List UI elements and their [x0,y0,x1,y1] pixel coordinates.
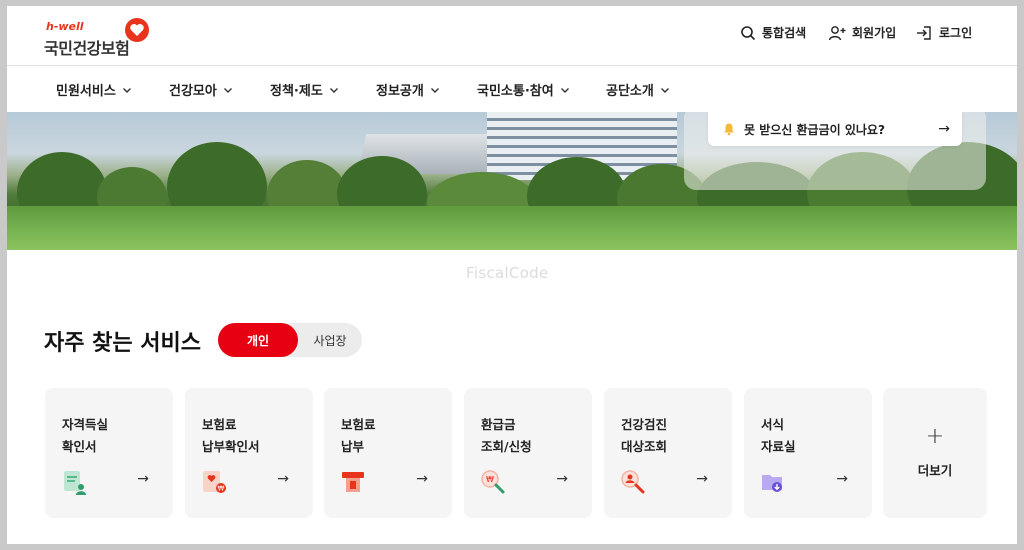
card-label: 자격득실 확인서 [62,417,109,454]
more-label: 더보기 [917,463,953,478]
certificate-icon [64,471,86,495]
nav-item-label: 건강모아 [169,84,217,99]
search-label: 통합검색 [762,26,807,40]
signup-link[interactable]: 회원가입 [828,24,896,41]
chevron-down-icon [122,87,131,93]
service-card-refund[interactable]: 환급금 조회/신청 ₩ → [464,388,592,518]
arrow-right-icon: → [416,471,428,487]
arrow-right-icon: → [938,121,950,137]
add-user-icon [828,25,846,40]
payment-icon [342,472,364,492]
logo-name: 국민건강보험 [44,39,130,58]
login-icon [917,25,931,40]
bell-icon [724,123,734,136]
nav-item-label: 정책·제도 [270,84,323,99]
arrow-right-icon: → [836,471,848,487]
watermark: FiscalCode [466,264,549,282]
signup-label: 회원가입 [852,26,897,40]
nav-item-policy[interactable]: 정책·제도 [270,80,339,99]
folder-download-icon [762,475,782,492]
hero-banner: 못 받으신 환급금이 있나요? → [7,112,1017,250]
more-services-button[interactable]: + 더보기 [883,388,987,518]
nav-item-health[interactable]: 건강모아 [169,80,233,99]
service-card-premium-certificate[interactable]: 보험료 납부확인서 ₩ → [185,388,313,518]
refund-text: 못 받으신 환급금이 있나요? [744,122,885,137]
checkup-search-icon [621,470,645,494]
card-label: 건강검진 대상조회 [621,417,668,454]
card-label: 환급금 조회/신청 [481,417,532,454]
toggle-personal[interactable]: 개인 [218,323,298,357]
chevron-down-icon [223,87,232,93]
arrow-right-icon: → [137,471,149,487]
service-card-eligibility[interactable]: 자격득실 확인서 → [45,388,173,518]
nav-item-communication[interactable]: 국민소통·참여 [477,80,570,99]
login-link[interactable]: 로그인 [915,24,972,41]
card-label: 보험료 납부확인서 [202,417,260,454]
heart-logo-icon [125,18,149,42]
chevron-down-icon [329,87,338,93]
refund-link[interactable]: 못 받으신 환급금이 있나요? → [708,112,962,146]
nav-item-civil-service[interactable]: 민원서비스 [56,80,132,99]
login-label: 로그인 [939,26,973,40]
site-header: h-well 국민건강보험 통합검색 회원가입 로그인 [7,6,1017,66]
nav-item-label: 공단소개 [606,84,654,99]
site-logo[interactable]: h-well 국민건강보험 [44,16,154,60]
arrow-right-icon: → [696,471,708,487]
refund-search-icon: ₩ [481,470,505,494]
service-type-toggle: 개인 사업장 [218,323,362,357]
nav-item-label: 민원서비스 [56,84,116,99]
svg-text:₩: ₩ [486,475,494,484]
chevron-down-icon [560,87,569,93]
plus-icon: + [925,424,945,449]
arrow-right-icon: → [556,471,568,487]
nav-item-label: 정보공개 [376,84,424,99]
services-title: 자주 찾는 서비스 [44,331,201,356]
nav-item-label: 국민소통·참여 [477,84,554,99]
service-card-premium-payment[interactable]: 보험료 납부 → [324,388,452,518]
nav-item-disclosure[interactable]: 정보공개 [376,80,440,99]
arrow-right-icon: → [277,471,289,487]
chevron-down-icon [430,87,439,93]
payment-certificate-icon: ₩ [203,471,226,493]
nav-item-about[interactable]: 공단소개 [606,80,670,99]
card-label: 보험료 납부 [341,417,376,454]
chevron-down-icon [660,87,669,93]
search-icon [741,25,756,40]
service-card-checkup[interactable]: 건강검진 대상조회 → [604,388,732,518]
main-nav: 민원서비스 건강모아 정책·제도 정보공개 국민소통·참여 공단소개 [7,66,1017,112]
card-label: 서식 자료실 [761,417,796,454]
hero-lawn [7,206,1017,250]
logo-tagline: h-well [46,20,84,33]
search-link[interactable]: 통합검색 [740,24,806,41]
service-card-forms[interactable]: 서식 자료실 → [744,388,872,518]
toggle-business[interactable]: 사업장 [302,323,358,357]
browser-page: h-well 국민건강보험 통합검색 회원가입 로그인 민원서비스 건강모아 정… [7,6,1017,544]
svg-text:₩: ₩ [218,485,225,493]
